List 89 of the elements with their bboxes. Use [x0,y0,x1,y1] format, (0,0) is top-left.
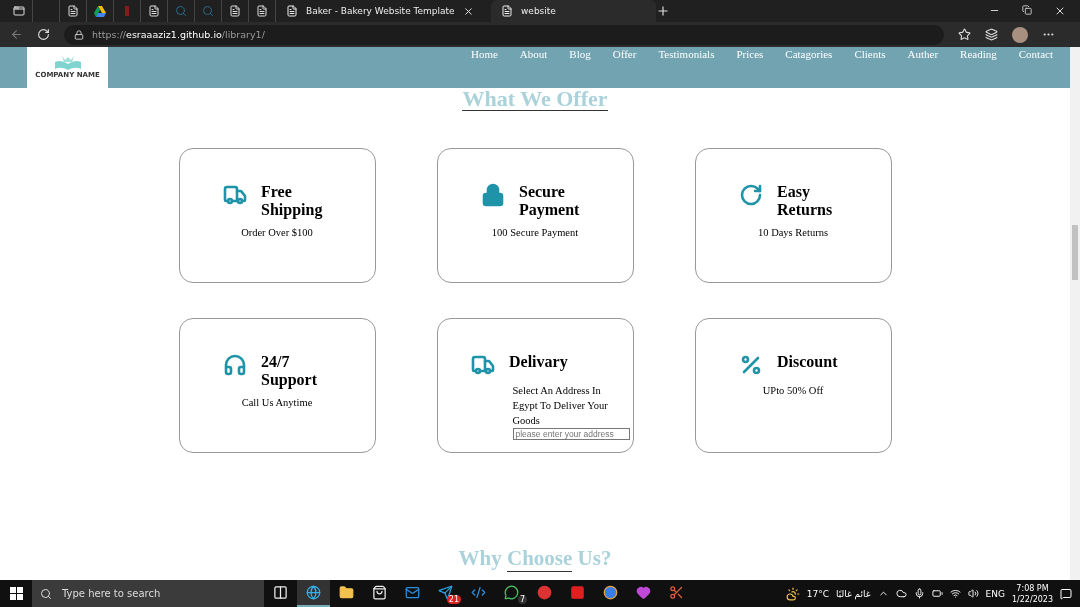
search-icon [40,587,52,600]
nav-link[interactable]: About [508,47,559,61]
nav-link[interactable]: Reading [949,47,1008,61]
nav-link[interactable]: Prices [725,47,775,61]
globe-icon [306,585,321,600]
tab-title: Baker - Bakery Website Template [306,6,455,16]
tab-title: website [521,6,556,16]
headset-icon [223,353,247,377]
code-icon [471,585,486,600]
rotate-icon [739,183,763,207]
folder-icon [339,585,354,600]
percent-icon [739,353,763,377]
scissors-icon [669,585,684,600]
favorites-icon[interactable] [958,28,971,41]
nav-link[interactable]: Auther [896,47,950,61]
nav-link[interactable]: Contact [1007,47,1064,61]
card-text: 10 Days Returns [758,226,828,240]
windows-icon[interactable] [9,587,23,600]
nav-link[interactable]: Clients [843,47,897,61]
card-text: Order Over $100 [241,226,313,240]
volume-icon[interactable] [967,588,979,599]
bag-icon [372,585,387,600]
task-view-icon [273,585,288,600]
card-title: Secure Payment [519,183,581,219]
taskbar-search[interactable]: Type here to search [32,580,264,607]
page-icon[interactable] [256,5,268,17]
lock-icon [74,29,84,40]
lock-icon [481,183,505,207]
record-icon [537,585,552,600]
restore-icon[interactable] [1022,5,1032,15]
search-placeholder: Type here to search [62,588,161,599]
scrollbar-thumb[interactable] [1072,225,1078,280]
card-title: 24/7 Support [261,353,319,389]
language-indicator[interactable]: ENG [985,588,1005,599]
card-title: Easy Returns [777,183,834,219]
close-icon[interactable] [1054,5,1066,17]
count-badge: 21 [446,595,461,604]
card-title: Free Shipping [261,183,324,219]
page-icon[interactable] [229,5,241,17]
book-logo-icon [52,56,83,70]
truck-icon [223,183,247,207]
tab-actions-icon[interactable] [13,5,25,17]
page-icon[interactable] [67,5,79,17]
nav-link[interactable]: Offer [601,47,648,61]
clock[interactable]: 7:08 PM 1/22/2023 [1011,582,1053,605]
notifications-icon[interactable] [1060,587,1072,600]
triangle-logo-icon[interactable] [94,5,106,17]
count-badge: 7 [517,595,527,604]
nav-link[interactable]: Home [459,47,509,61]
page-icon [501,5,513,17]
microphone-icon[interactable] [913,588,925,599]
mail-icon [405,585,420,600]
card-text: Select An Address In Egypt To Deliver Your Goods [512,384,609,428]
back-icon[interactable] [10,28,23,41]
new-tab-icon[interactable] [656,4,670,18]
square-icon [570,585,585,600]
page-icon [286,5,298,17]
card-text: 100 Secure Payment [491,226,579,240]
weather-icon[interactable] [785,586,800,601]
wifi-icon[interactable] [949,588,961,599]
chat-icon [504,585,519,600]
battery-icon[interactable] [931,588,943,599]
truck-icon [471,353,495,377]
circle-icon [603,585,618,600]
address-input[interactable]: please enter your address [512,428,630,440]
taskbar-app[interactable]: 7 [495,580,528,607]
collections-icon[interactable] [985,28,998,41]
section-title: Why Choose Us? [457,546,613,572]
card-text: Call Us Anytime [241,396,313,410]
reload-icon[interactable] [37,28,50,41]
weather-text: غائم غالبًا [836,588,871,599]
heart-icon [636,585,651,600]
card-title: Discount [777,353,839,371]
nav-link[interactable]: Catagories [774,47,844,61]
card-text: UPto 50% Off [762,384,824,398]
taskbar-app[interactable]: 21 [429,580,462,607]
section-title: What We Offer [461,88,609,111]
cloud-icon[interactable] [895,588,907,599]
address-field[interactable]: https://esraaaziz1.github.io/library1/ [64,24,944,45]
nav-link[interactable]: Testimonials [647,47,726,61]
browser-tab[interactable]: website [491,0,656,22]
url-text: https://esraaaziz1.github.io/library1/ [92,29,265,40]
taskbar-app[interactable] [297,580,330,607]
avatar-icon[interactable] [1012,26,1028,43]
nav-link[interactable]: Blog [558,47,602,61]
page-icon[interactable] [148,5,160,17]
close-icon[interactable] [462,5,474,17]
temperature: 17°C [806,588,830,599]
card-title: Delivary [509,353,569,371]
